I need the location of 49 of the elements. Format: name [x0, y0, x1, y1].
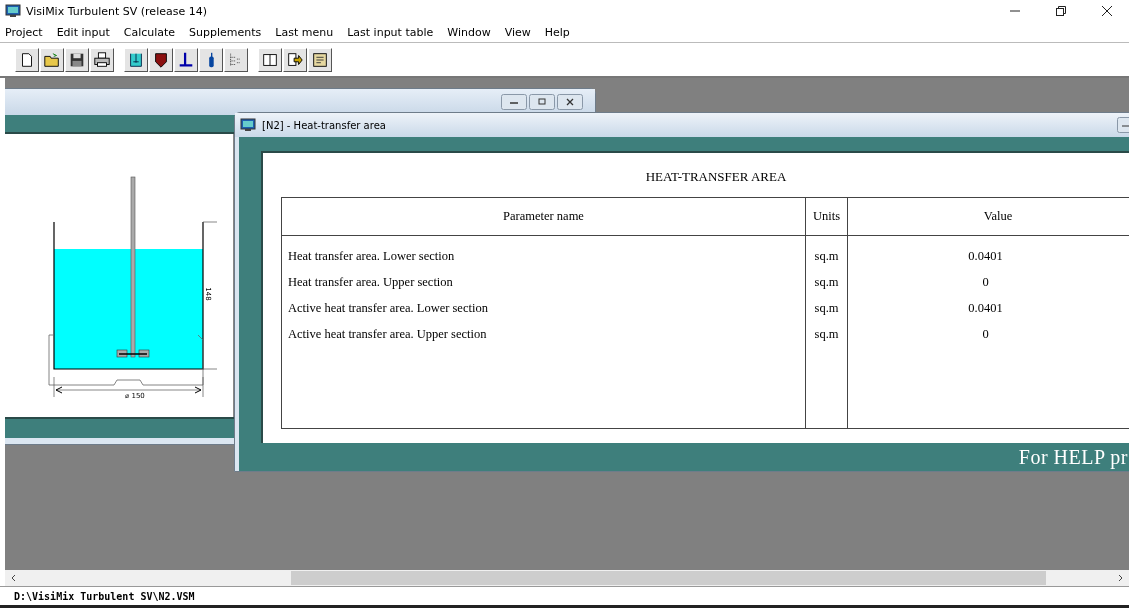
help-hint: For HELP pr [1018, 445, 1128, 469]
window-title: [N2] - Heat-transfer area [262, 119, 386, 131]
menu-item[interactable]: Edit input [56, 25, 110, 39]
table-cell-text: 0.0401 [967, 248, 1004, 265]
print-icon[interactable] [90, 47, 114, 72]
app-icon [240, 117, 256, 133]
column-header: Units [805, 198, 847, 235]
menu-item[interactable]: Help [544, 25, 570, 39]
menu-item[interactable]: View [504, 25, 531, 39]
table-cell-text: Heat transfer area. Lower section [287, 248, 456, 265]
table-cell-text: 0 [981, 274, 990, 291]
scroll-right-icon[interactable] [1118, 574, 1124, 582]
horizontal-scrollbar[interactable] [5, 570, 1129, 586]
table-cell-text: sq.m [813, 248, 840, 265]
notes-icon[interactable] [308, 47, 332, 72]
table-cell-text: Active heat transfer area. Upper section [287, 326, 488, 343]
column-header: Value [847, 198, 1129, 235]
table-cell-text: sq.m [813, 274, 840, 291]
app-icon [5, 3, 21, 19]
close-icon[interactable] [1101, 5, 1113, 17]
table-heading: HEAT-TRANSFER AREA [644, 168, 788, 186]
minimize-icon[interactable] [1117, 117, 1129, 133]
file-path: D:\VisiMix Turbulent SV\N2.VSM [14, 590, 195, 602]
table-cell-text: Heat transfer area. Upper section [287, 274, 454, 291]
open-folder-icon[interactable] [40, 47, 64, 72]
menu-item[interactable]: Last menu [275, 25, 334, 39]
vessel-icon[interactable] [124, 47, 148, 72]
tree-icon[interactable] [224, 47, 248, 72]
book-icon[interactable] [258, 47, 282, 72]
table-cell-text: 0.0401 [967, 300, 1004, 317]
new-file-icon[interactable] [15, 47, 39, 72]
menu-item[interactable]: Supplements [189, 25, 262, 39]
scroll-left-icon[interactable] [10, 574, 16, 582]
minimize-icon[interactable] [501, 94, 527, 110]
save-icon[interactable] [65, 47, 89, 72]
scrollbar-thumb[interactable] [291, 571, 1046, 585]
menu-item[interactable]: Window [447, 25, 491, 39]
window-title: VisiMix Turbulent SV (release 14) [26, 4, 207, 18]
table-cell-text: sq.m [813, 300, 840, 317]
menu-item[interactable]: Project [5, 25, 43, 39]
restore-icon[interactable] [1055, 5, 1067, 17]
table-cell-text: sq.m [813, 326, 840, 343]
table-cell-text: 0 [981, 326, 990, 343]
close-icon[interactable] [557, 94, 583, 110]
menu-item[interactable]: Calculate [123, 25, 176, 39]
export-icon[interactable] [283, 47, 307, 72]
column-header: Parameter name [502, 208, 585, 225]
menu-item[interactable]: Last input table [347, 25, 434, 39]
table-cell-text: Active heat transfer area. Lower section [287, 300, 489, 317]
